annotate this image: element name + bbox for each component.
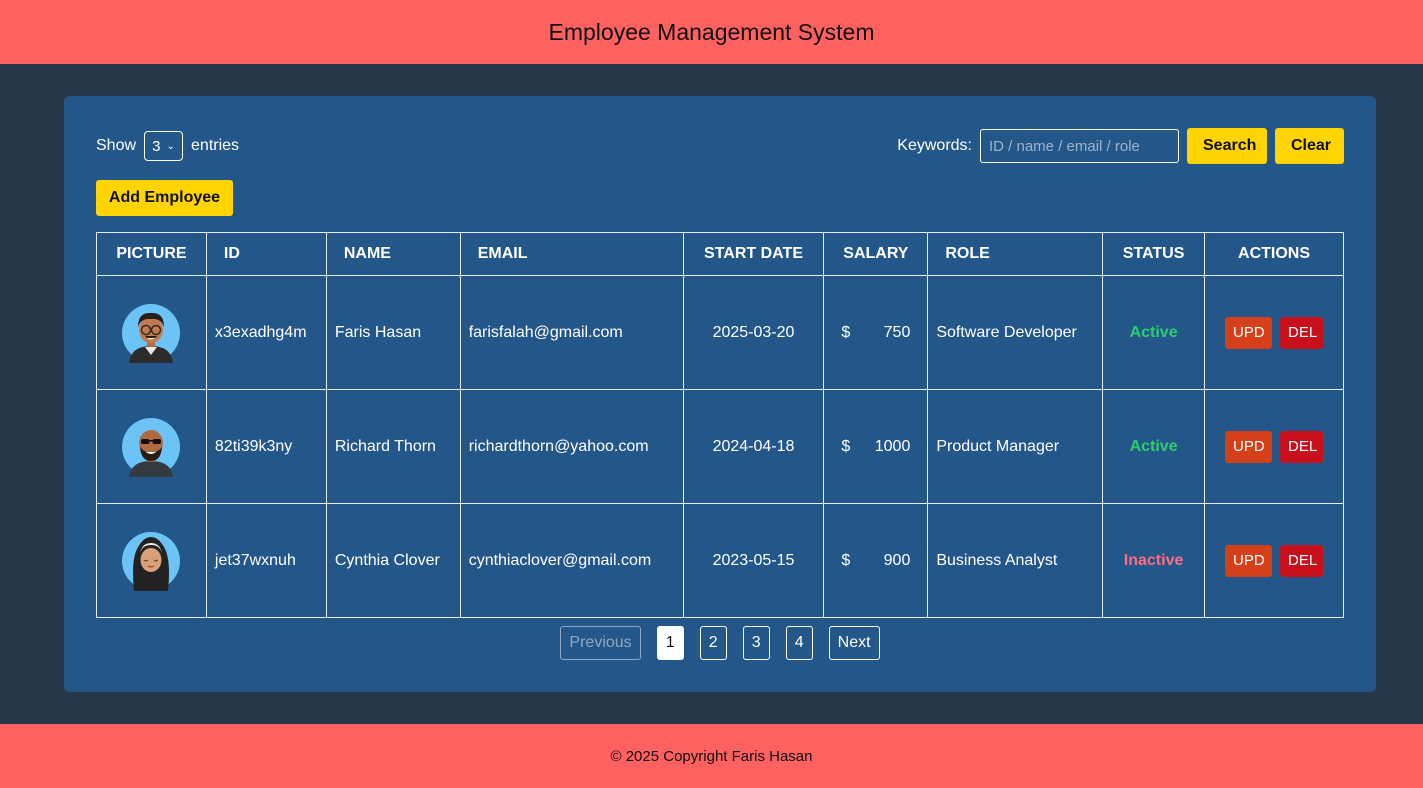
email-cell: cynthiaclover@gmail.com	[459, 503, 684, 618]
app-footer: © 2025 Copyright Faris Hasan	[0, 724, 1423, 788]
column-header-salary: SALARY	[823, 232, 929, 276]
column-header-status: STATUS	[1102, 232, 1206, 276]
id-cell: jet37wxnuh	[205, 503, 327, 618]
search-control: Keywords: Search Clear	[897, 128, 1344, 164]
employee-table: PICTURE ID NAME EMAIL START DATE SALARY …	[96, 232, 1344, 618]
page-button-2[interactable]: 2	[699, 626, 727, 660]
search-button[interactable]: Search	[1187, 128, 1267, 164]
update-button[interactable]: UPD	[1225, 316, 1273, 349]
table-row: 82ti39k3ny Richard Thorn richardthorn@ya…	[96, 389, 1344, 504]
name-cell: Faris Hasan	[325, 275, 461, 390]
avatar-icon	[122, 303, 181, 363]
email-cell: richardthorn@yahoo.com	[459, 389, 684, 504]
copyright-text: © 2025 Copyright Faris Hasan	[610, 747, 813, 765]
column-header-id: ID	[205, 232, 327, 276]
id-cell: x3exadhg4m	[205, 275, 327, 390]
actions-cell: UPD DEL	[1204, 503, 1344, 618]
page-button-4[interactable]: 4	[785, 626, 813, 660]
update-button[interactable]: UPD	[1225, 544, 1273, 577]
column-header-actions: ACTIONS	[1204, 232, 1344, 276]
chevron-down-icon: ⌄	[166, 140, 175, 152]
salary-cell: $ 1000	[823, 389, 929, 504]
clear-button[interactable]: Clear	[1275, 128, 1344, 164]
salary-cell: $ 900	[823, 503, 929, 618]
status-badge: Active	[1102, 389, 1206, 504]
status-badge: Inactive	[1102, 503, 1206, 618]
table-row: jet37wxnuh Cynthia Clover cynthiaclover@…	[96, 503, 1344, 618]
next-button[interactable]: Next	[828, 626, 880, 660]
table-row: x3exadhg4m Faris Hasan farisfalah@gmail.…	[96, 275, 1344, 390]
salary-value: 900	[883, 551, 911, 569]
picture-cell	[96, 389, 207, 504]
delete-button[interactable]: DEL	[1280, 430, 1324, 463]
delete-button[interactable]: DEL	[1280, 316, 1324, 349]
delete-button[interactable]: DEL	[1280, 544, 1324, 577]
picture-cell	[96, 275, 207, 390]
page-button-3[interactable]: 3	[742, 626, 770, 660]
avatar-icon	[122, 417, 181, 477]
show-label: Show	[96, 137, 137, 154]
role-cell: Business Analyst	[927, 503, 1104, 618]
add-employee-button[interactable]: Add Employee	[96, 180, 233, 216]
email-cell: farisfalah@gmail.com	[459, 275, 684, 390]
column-header-email: EMAIL	[459, 232, 684, 276]
employee-panel: Show 3 ⌄ entries Keywords: Search Clear …	[64, 96, 1376, 692]
actions-cell: UPD DEL	[1204, 389, 1344, 504]
pagination: Previous 1 2 3 4 Next	[64, 626, 1376, 660]
avatar-icon	[122, 531, 181, 591]
currency-symbol: $	[841, 437, 851, 455]
start-date-cell: 2024-04-18	[682, 389, 825, 504]
column-header-start-date: START DATE	[682, 232, 825, 276]
column-header-picture: PICTURE	[96, 232, 207, 276]
entries-label: entries	[191, 137, 240, 154]
salary-cell: $ 750	[823, 275, 929, 390]
salary-value: 1000	[874, 437, 911, 455]
currency-symbol: $	[841, 551, 851, 569]
name-cell: Richard Thorn	[325, 389, 461, 504]
table-header-row: PICTURE ID NAME EMAIL START DATE SALARY …	[96, 232, 1344, 276]
role-cell: Product Manager	[927, 389, 1104, 504]
entries-select[interactable]: 3 ⌄	[144, 131, 184, 161]
start-date-cell: 2025-03-20	[682, 275, 825, 390]
page-title: Employee Management System	[548, 18, 875, 45]
name-cell: Cynthia Clover	[325, 503, 461, 618]
entries-select-value: 3	[152, 137, 161, 155]
id-cell: 82ti39k3ny	[205, 389, 327, 504]
previous-button[interactable]: Previous	[560, 626, 641, 660]
page-button-1[interactable]: 1	[656, 626, 684, 660]
entries-control: Show 3 ⌄ entries	[96, 130, 239, 162]
picture-cell	[96, 503, 207, 618]
status-badge: Active	[1102, 275, 1206, 390]
search-input[interactable]	[980, 129, 1179, 163]
currency-symbol: $	[841, 323, 851, 341]
app-header: Employee Management System	[0, 0, 1423, 64]
role-cell: Software Developer	[927, 275, 1104, 390]
column-header-role: ROLE	[927, 232, 1104, 276]
update-button[interactable]: UPD	[1225, 430, 1273, 463]
column-header-name: NAME	[325, 232, 461, 276]
start-date-cell: 2023-05-15	[682, 503, 825, 618]
salary-value: 750	[883, 323, 911, 341]
keywords-label: Keywords:	[897, 137, 972, 154]
actions-cell: UPD DEL	[1204, 275, 1344, 390]
